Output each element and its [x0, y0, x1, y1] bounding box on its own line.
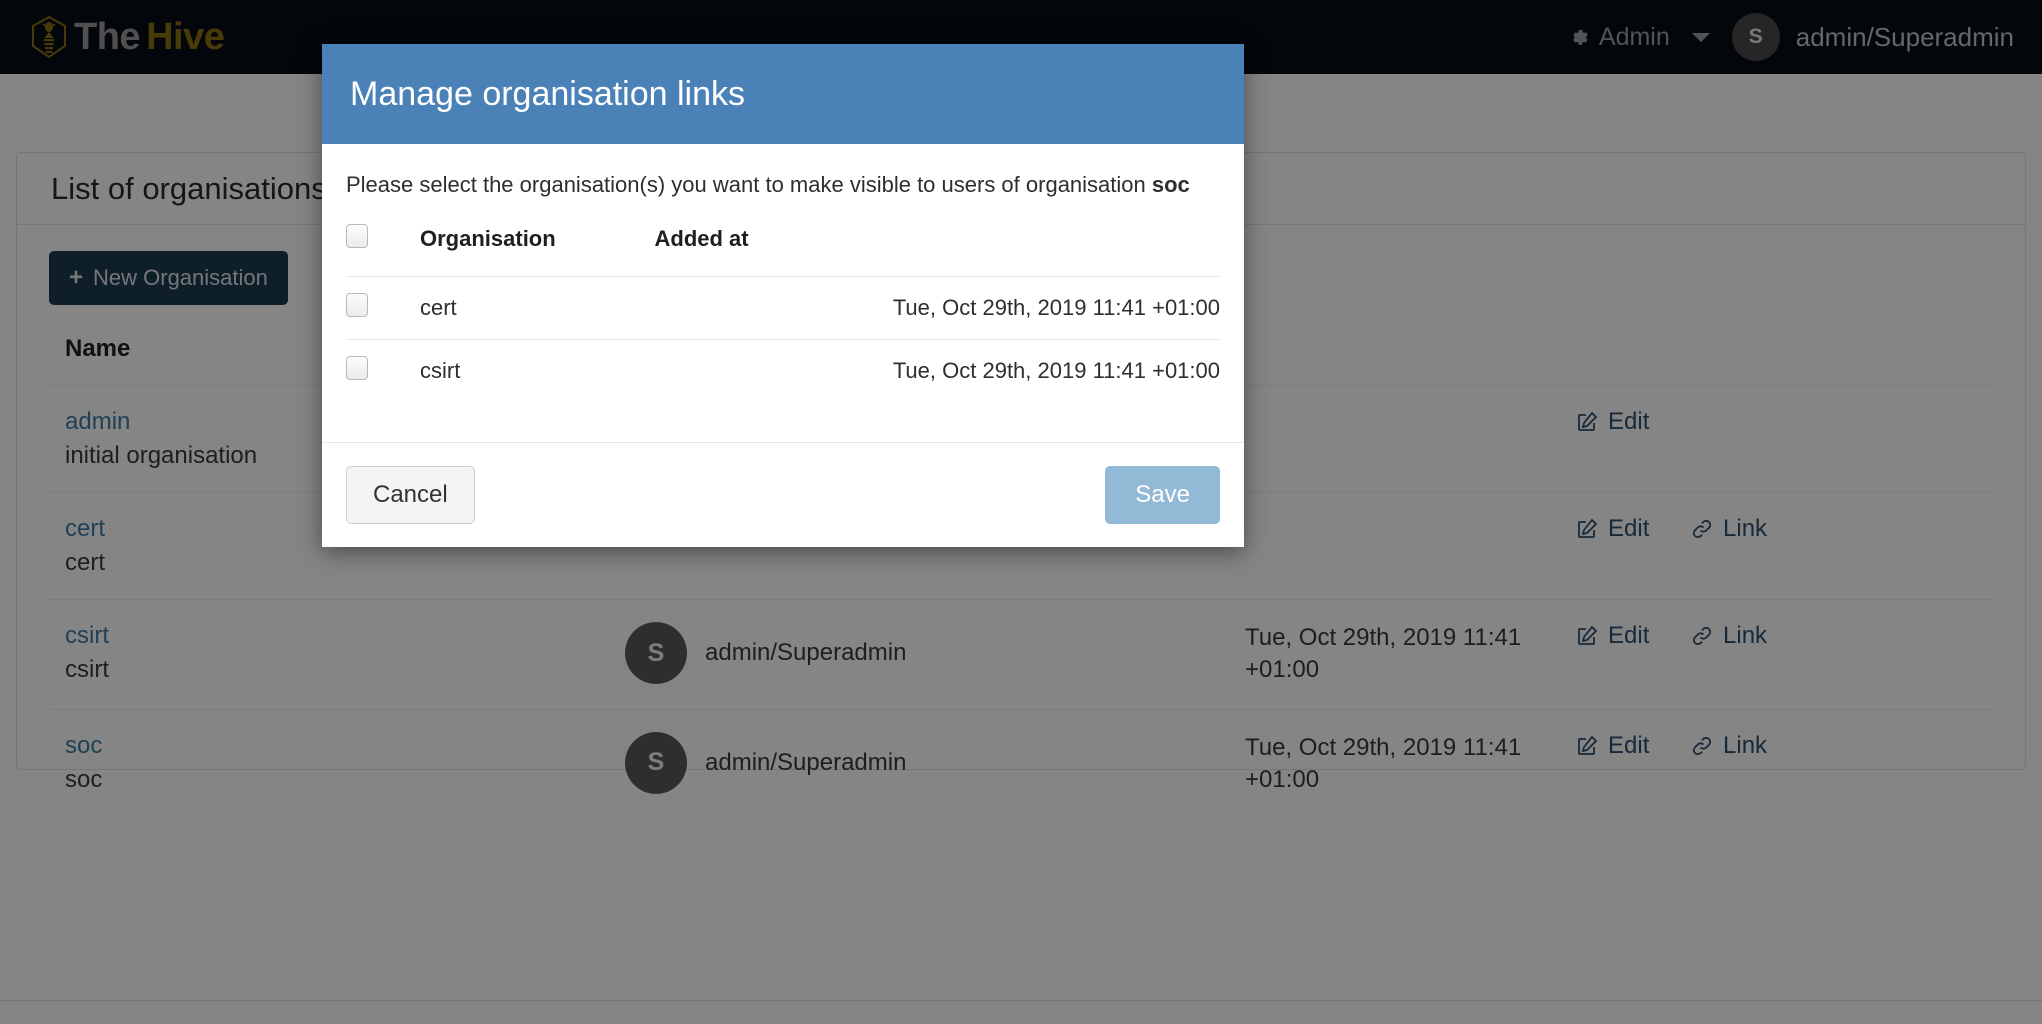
- modal-header: Manage organisation links: [322, 44, 1244, 144]
- cell-checkbox: [346, 276, 420, 340]
- table-row[interactable]: cert Tue, Oct 29th, 2019 11:41 +01:00: [346, 276, 1220, 340]
- modal-instruction: Please select the organisation(s) you wa…: [346, 172, 1220, 198]
- row-checkbox[interactable]: [346, 356, 368, 380]
- cell-organisation: cert: [420, 276, 655, 340]
- cell-checkbox: [346, 339, 420, 402]
- modal-instruction-org: soc: [1151, 172, 1190, 197]
- modal-body: Please select the organisation(s) you wa…: [322, 144, 1244, 420]
- manage-organisation-links-modal: Manage organisation links Please select …: [322, 44, 1244, 547]
- table-row[interactable]: csirt Tue, Oct 29th, 2019 11:41 +01:00: [346, 339, 1220, 402]
- table-header-row: Organisation Added at: [346, 224, 1220, 277]
- column-added-at: Added at: [654, 226, 749, 251]
- save-button[interactable]: Save: [1105, 466, 1220, 524]
- row-checkbox[interactable]: [346, 293, 368, 317]
- modal-instruction-text: Please select the organisation(s) you wa…: [346, 172, 1152, 197]
- cell-organisation: csirt: [420, 339, 655, 402]
- modal-footer: Cancel Save: [322, 442, 1244, 547]
- select-all-checkbox[interactable]: [346, 224, 368, 248]
- modal-title: Manage organisation links: [350, 74, 746, 113]
- cancel-button[interactable]: Cancel: [346, 466, 475, 524]
- cell-added-at: Tue, Oct 29th, 2019 11:41 +01:00: [654, 276, 1220, 340]
- organisation-links-table: Organisation Added at cert Tue, Oct 29th…: [346, 224, 1220, 402]
- cell-added-at: Tue, Oct 29th, 2019 11:41 +01:00: [654, 339, 1220, 402]
- column-select-all: [346, 224, 420, 277]
- column-organisation: Organisation: [420, 226, 556, 251]
